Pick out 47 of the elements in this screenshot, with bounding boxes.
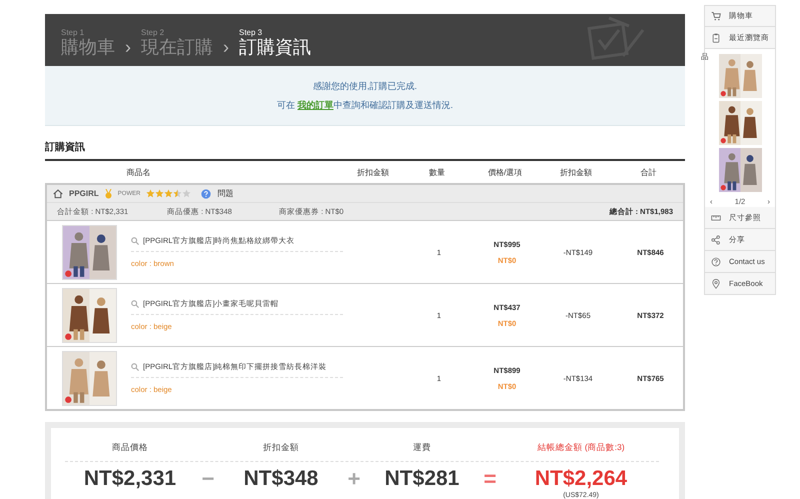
ruler-icon <box>711 212 721 222</box>
column-header: 價格/選項 <box>488 166 522 178</box>
cart-icon <box>711 11 721 21</box>
location-pin-icon <box>711 278 721 288</box>
order-status-message: 可在 我的訂單中查詢和確認訂購及運送情況. <box>276 98 454 112</box>
step-number: Step 2 <box>141 28 166 37</box>
home-icon <box>53 188 63 198</box>
chevron-icon: › <box>125 37 131 57</box>
search-icon <box>131 237 139 245</box>
operator-sign: = <box>484 466 496 492</box>
star-icon <box>164 189 174 198</box>
help-link[interactable]: 問題 <box>217 188 234 199</box>
summary-label: 折扣金額 <box>263 442 299 454</box>
search-icon <box>131 300 139 308</box>
column-header: 合計 <box>640 166 656 178</box>
column-header: 折扣金額 <box>560 166 592 178</box>
clipboard-icon <box>711 32 721 42</box>
operator-sign: − <box>202 466 214 492</box>
column-header: 數量 <box>429 166 445 178</box>
column-header: 折扣金額 <box>357 166 389 178</box>
summary-value: NT$281 <box>384 467 460 491</box>
star-icon <box>146 189 156 198</box>
star-icon <box>173 189 182 198</box>
step-number: Step 1 <box>61 28 86 37</box>
share-icon <box>711 234 721 244</box>
thank-you-message: 感謝您的使用,訂購已完成. <box>312 80 417 92</box>
summary-label: 運費 <box>413 442 431 454</box>
summary-value: NT$348 <box>244 467 318 491</box>
summary-label: 商品價格 <box>112 442 148 454</box>
star-icon <box>155 189 164 198</box>
summary-value: NT$2,331 <box>84 467 176 491</box>
section-title: 訂購資訊 <box>45 140 685 161</box>
column-header: 商品名 <box>126 166 152 178</box>
help-icon <box>201 188 212 198</box>
store-name[interactable]: PPGIRL <box>69 189 99 198</box>
search-icon <box>131 363 139 371</box>
summary-value: NT$2,264 <box>534 467 628 491</box>
operator-sign: + <box>348 466 360 492</box>
step-number: Step 3 <box>239 28 264 37</box>
medal-icon <box>104 188 112 198</box>
chevron-icon: › <box>223 37 229 57</box>
help-icon <box>711 256 721 266</box>
step-label: 現在訂購 <box>141 37 213 57</box>
step-label: 訂購資訊 <box>239 37 311 57</box>
star-icon <box>182 189 192 198</box>
step-label: 購物車 <box>61 37 115 57</box>
summary-label: 結帳總金額 (商品數:3) <box>537 442 625 454</box>
